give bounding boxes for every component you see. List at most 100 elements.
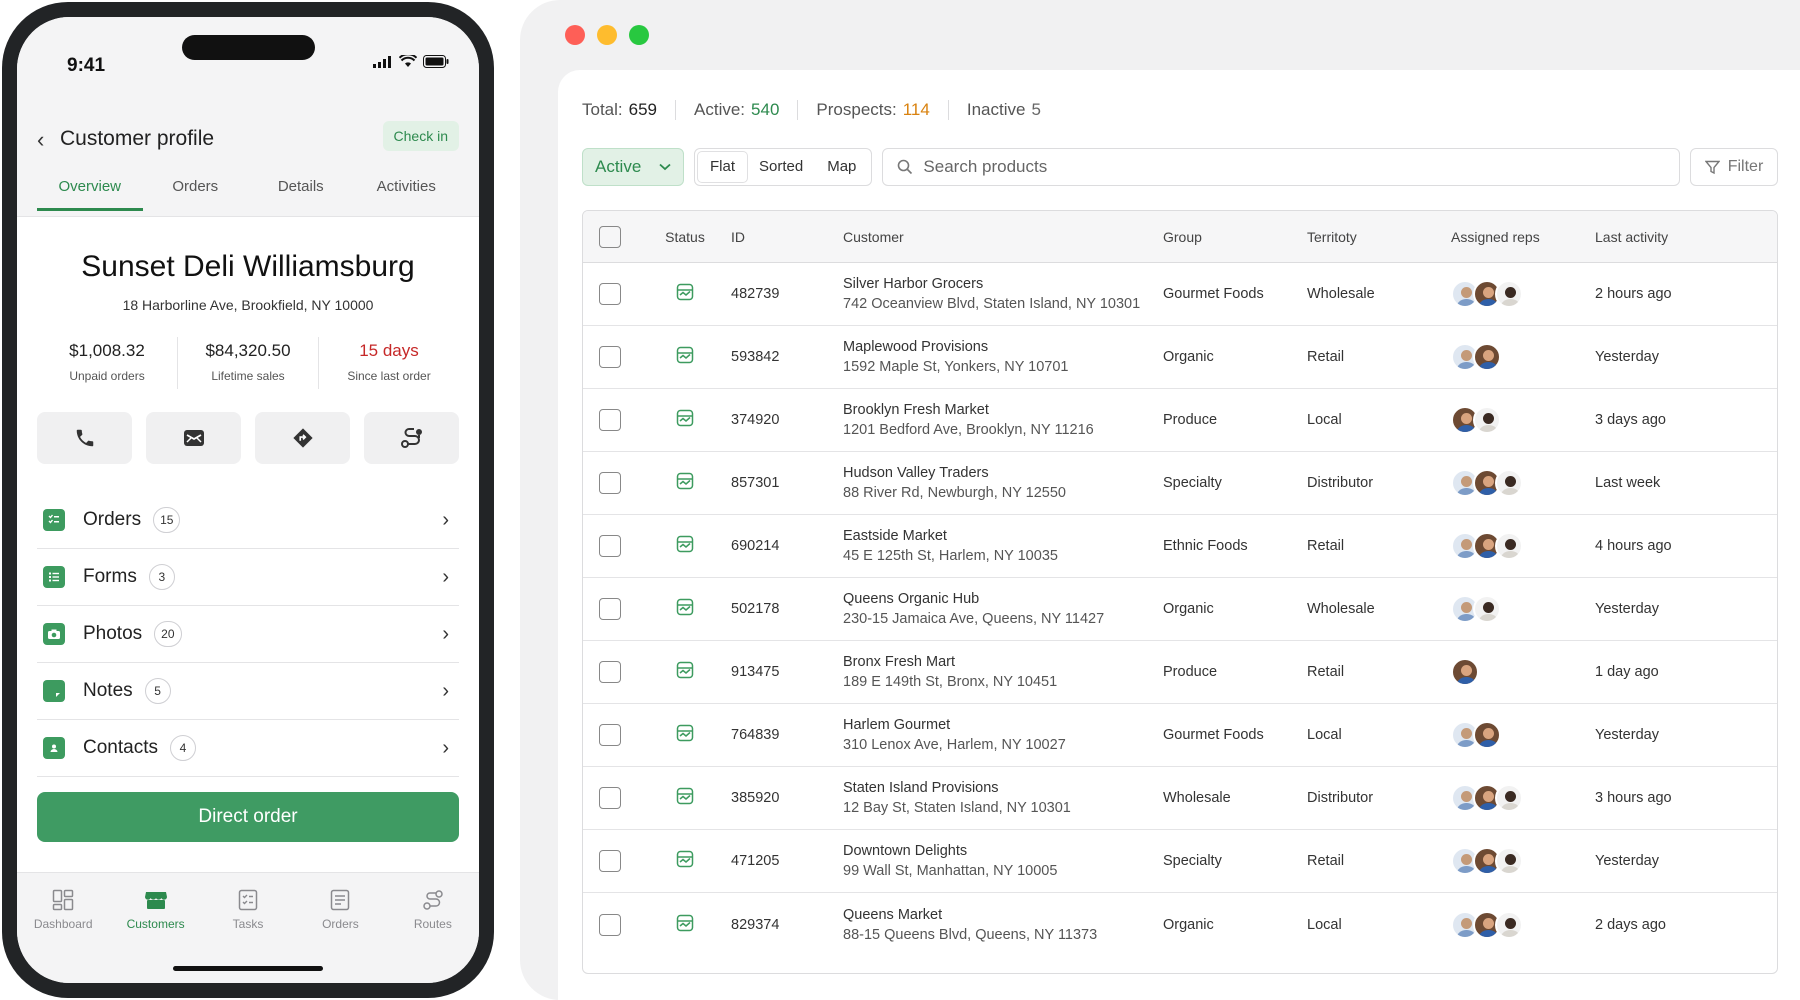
last-activity-cell: 2 days ago <box>1595 916 1666 933</box>
customer-name-text[interactable]: Harlem Gourmet <box>843 717 1163 733</box>
close-window-button[interactable] <box>565 25 585 45</box>
list-item-photos[interactable]: Photos 20 › <box>37 606 459 663</box>
status-cell <box>655 535 715 557</box>
view-flat-button[interactable]: Flat <box>698 152 748 182</box>
table-row[interactable]: 502178 Queens Organic Hub 230-15 Jamaica… <box>583 578 1777 641</box>
avatar[interactable] <box>1495 784 1523 812</box>
row-checkbox[interactable] <box>599 850 621 872</box>
row-checkbox[interactable] <box>599 535 621 557</box>
customers-panel: Total: 659 Active: 540 Prospects: 114 Inact… <box>558 70 1800 1000</box>
avatar[interactable] <box>1473 721 1501 749</box>
customer-name-text[interactable]: Maplewood Provisions <box>843 339 1163 355</box>
store-icon <box>144 892 167 909</box>
row-checkbox[interactable] <box>599 661 621 683</box>
customer-cell: Staten Island Provisions 12 Bay St, Stat… <box>843 780 1163 816</box>
customer-address-text: 99 Wall St, Manhattan, NY 10005 <box>843 863 1058 879</box>
row-checkbox[interactable] <box>599 598 621 620</box>
count-label: Active: <box>694 100 746 119</box>
table-row[interactable]: 829374 Queens Market 88-15 Queens Blvd, … <box>583 893 1777 956</box>
avatar[interactable] <box>1495 847 1523 875</box>
tab-orders[interactable]: Orders <box>143 169 249 211</box>
customer-name-text[interactable]: Staten Island Provisions <box>843 780 1163 796</box>
route-button[interactable] <box>364 412 459 464</box>
email-button[interactable] <box>146 412 241 464</box>
customer-name-text[interactable]: Silver Harbor Grocers <box>843 276 1163 292</box>
group-cell: Produce <box>1163 412 1218 428</box>
customer-name-text[interactable]: Brooklyn Fresh Market <box>843 402 1163 418</box>
call-button[interactable] <box>37 412 132 464</box>
table-row[interactable]: 857301 Hudson Valley Traders 88 River Rd… <box>583 452 1777 515</box>
customer-name-text[interactable]: Bronx Fresh Mart <box>843 654 1163 670</box>
view-map-button[interactable]: Map <box>815 152 868 182</box>
customer-cell: Maplewood Provisions 1592 Maple St, Yonk… <box>843 339 1163 375</box>
chevron-left-icon[interactable]: ‹ <box>37 127 44 153</box>
customer-name-text[interactable]: Hudson Valley Traders <box>843 465 1163 481</box>
row-checkbox[interactable] <box>599 346 621 368</box>
row-checkbox[interactable] <box>599 472 621 494</box>
column-header-territory[interactable]: Territoty <box>1307 229 1451 245</box>
avatar[interactable] <box>1473 595 1501 623</box>
routes-icon <box>423 890 443 910</box>
header-checkbox-cell <box>583 225 655 248</box>
column-header-last-activity[interactable]: Last activity <box>1595 229 1755 245</box>
search-input[interactable]: Search products <box>882 148 1680 186</box>
nav-routes[interactable]: Routes <box>387 873 479 983</box>
row-checkbox[interactable] <box>599 787 621 809</box>
column-header-reps[interactable]: Assigned reps <box>1451 229 1595 245</box>
customer-name: Sunset Deli Williamsburg <box>81 250 415 283</box>
maximize-window-button[interactable] <box>629 25 649 45</box>
directions-button[interactable] <box>255 412 350 464</box>
customer-address-text: 88 River Rd, Newburgh, NY 12550 <box>843 485 1066 501</box>
list-item-orders[interactable]: Orders 15 › <box>37 492 459 549</box>
column-header-customer[interactable]: Customer <box>843 229 1163 245</box>
minimize-window-button[interactable] <box>597 25 617 45</box>
table-row[interactable]: 374920 Brooklyn Fresh Market 1201 Bedfor… <box>583 389 1777 452</box>
tab-details[interactable]: Details <box>248 169 354 211</box>
select-all-checkbox[interactable] <box>599 225 621 248</box>
row-checkbox[interactable] <box>599 724 621 746</box>
directions-icon <box>292 428 313 448</box>
stat-value: $84,320.50 <box>205 341 291 360</box>
check-in-button[interactable]: Check in <box>382 121 459 151</box>
customer-name-text[interactable]: Queens Organic Hub <box>843 591 1163 607</box>
customer-name-text[interactable]: Eastside Market <box>843 528 1163 544</box>
signal-icon <box>373 55 391 68</box>
avatar[interactable] <box>1473 343 1501 371</box>
avatar[interactable] <box>1495 469 1523 497</box>
tab-activities[interactable]: Activities <box>354 169 460 211</box>
list-item-forms[interactable]: Forms 3 › <box>37 549 459 606</box>
avatar[interactable] <box>1495 280 1523 308</box>
column-header-group[interactable]: Group <box>1163 229 1307 245</box>
table-row[interactable]: 690214 Eastside Market 45 E 125th St, Ha… <box>583 515 1777 578</box>
tab-overview[interactable]: Overview <box>37 169 143 211</box>
table-row[interactable]: 764839 Harlem Gourmet 310 Lenox Ave, Har… <box>583 704 1777 767</box>
column-header-status[interactable]: Status <box>655 229 715 245</box>
direct-order-button[interactable]: Direct order <box>37 792 459 842</box>
avatar[interactable] <box>1495 910 1523 939</box>
avatar[interactable] <box>1495 532 1523 560</box>
territory-cell: Local <box>1307 916 1342 933</box>
customer-address-text: 88-15 Queens Blvd, Queens, NY 11373 <box>843 926 1098 943</box>
customer-name-text[interactable]: Queens Market <box>843 907 1163 923</box>
avatar[interactable] <box>1473 406 1501 434</box>
table-row[interactable]: 471205 Downtown Delights 99 Wall St, Man… <box>583 830 1777 893</box>
list-item-contacts[interactable]: Contacts 4 › <box>37 720 459 777</box>
row-checkbox[interactable] <box>599 283 621 305</box>
store-status-icon <box>676 850 694 868</box>
status-select[interactable]: Active <box>582 148 684 186</box>
table-row[interactable]: 482739 Silver Harbor Grocers 742 Oceanvi… <box>583 263 1777 326</box>
table-row[interactable]: 385920 Staten Island Provisions 12 Bay S… <box>583 767 1777 830</box>
row-checkbox[interactable] <box>599 913 621 936</box>
view-sorted-button[interactable]: Sorted <box>747 152 815 182</box>
table-header: Status ID Customer Group Territoty Assig… <box>583 211 1777 263</box>
column-header-id[interactable]: ID <box>715 229 843 245</box>
table-row[interactable]: 913475 Bronx Fresh Mart 189 E 149th St, … <box>583 641 1777 704</box>
nav-dashboard[interactable]: Dashboard <box>17 873 109 983</box>
filter-button[interactable]: Filter <box>1690 148 1778 186</box>
table-row[interactable]: 593842 Maplewood Provisions 1592 Maple S… <box>583 326 1777 389</box>
reps-cell <box>1451 343 1595 371</box>
customer-name-text[interactable]: Downtown Delights <box>843 843 1163 859</box>
avatar[interactable] <box>1451 658 1479 686</box>
list-item-notes[interactable]: Notes 5 › <box>37 663 459 720</box>
row-checkbox[interactable] <box>599 409 621 431</box>
